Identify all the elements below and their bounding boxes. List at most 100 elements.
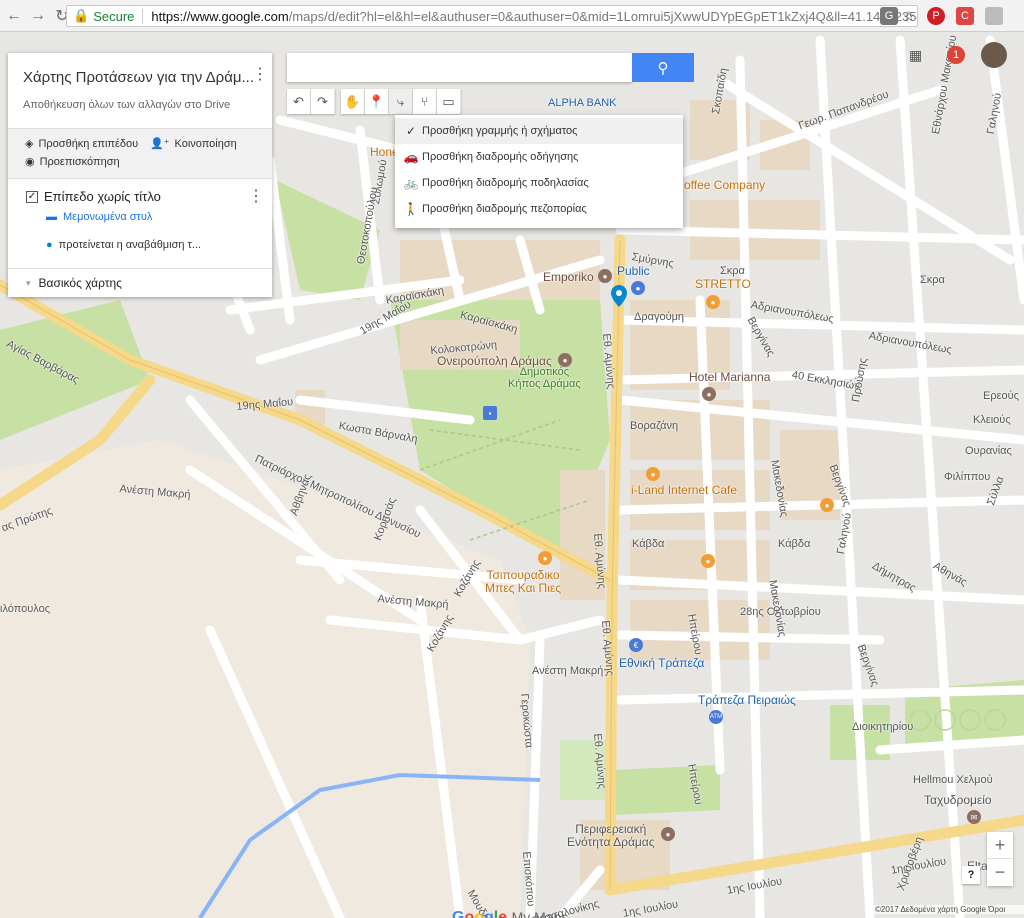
poi-ethniki-trapeza[interactable]: Εθνική Τράπεζα: [619, 656, 704, 670]
directions-icon[interactable]: ⑂: [413, 89, 437, 114]
save-status: Αποθήκευση όλων των αλλαγών στο Drive: [23, 99, 231, 111]
layer-style-link[interactable]: ▬ Μεμονωμένα στυλ: [46, 211, 152, 223]
ruler-icon[interactable]: ▭: [437, 89, 461, 114]
poi-public[interactable]: Public: [617, 264, 650, 278]
atm-pin-icon[interactable]: ATM: [709, 710, 723, 724]
poi-coffee-company[interactable]: offee Company: [684, 178, 765, 192]
street-label: Ουρανίας: [965, 445, 1012, 457]
add-layer-button[interactable]: ◈ Προσθήκη επιπέδου: [25, 137, 138, 151]
address-bar[interactable]: 🔒 Secure https://www.google.com/maps/d/e…: [66, 5, 918, 27]
menu-item-walking-route[interactable]: 🚶 Προσθήκη διαδρομής πεζοπορίας: [395, 196, 683, 222]
cafe-pin-icon[interactable]: ●: [706, 295, 720, 309]
street-label: Διοικητηρίου: [852, 721, 914, 733]
cafe-pin-icon-2[interactable]: ●: [646, 467, 660, 481]
poi-municipal-park[interactable]: Δημοτικός Κήπος Δράμας: [508, 366, 581, 390]
layer-name[interactable]: Επίπεδο χωρίς τίτλο: [44, 189, 161, 204]
help-icon[interactable]: ?: [962, 866, 980, 884]
redo-icon[interactable]: ↷: [311, 89, 335, 114]
base-map-row[interactable]: ▾ Βασικός χάρτης: [8, 268, 272, 297]
layer-options-icon[interactable]: ⋮: [248, 189, 264, 205]
layer-visibility-checkbox[interactable]: ✓: [26, 190, 38, 203]
menu-item-add-line[interactable]: ✓ Προσθήκη γραμμής ή σχήματος: [395, 118, 683, 144]
street-label: Σκρα: [720, 265, 745, 277]
poi-emporiko[interactable]: Emporiko: [543, 270, 594, 284]
layer-row[interactable]: ✓ Επίπεδο χωρίς τίτλο: [26, 189, 161, 204]
map-title[interactable]: Χάρτης Προτάσεων για την Δράμ...: [23, 69, 254, 86]
drawing-toolbar: ↶ ↷ ✋ 📍 ⤷ ⑂ ▭: [287, 89, 479, 114]
url-host: https://www.google.com: [151, 8, 289, 24]
walk-icon: 🚶: [403, 202, 419, 216]
search-icon: ⚲: [657, 59, 669, 77]
shop-pin-icon[interactable]: ●: [598, 269, 612, 283]
map-attribution: ©2017 Δεδομένα χάρτη Google Όροι: [873, 905, 1024, 914]
map-options-icon[interactable]: ⋮: [252, 67, 268, 83]
undo-icon[interactable]: ↶: [287, 89, 311, 114]
chevron-down-icon: ▾: [26, 277, 31, 288]
lock-icon: 🔒: [73, 8, 90, 23]
selected-marker-icon[interactable]: [611, 285, 627, 307]
star-icon[interactable]: ☆: [900, 7, 918, 25]
street-label: Hellmou Χελμού: [913, 774, 993, 786]
layer-feature-item[interactable]: ● προτείνεται η αναβάθμιση τ...: [46, 239, 201, 251]
check-icon: ✓: [405, 124, 417, 138]
pinterest-icon[interactable]: P: [927, 7, 945, 25]
bus-stop-icon[interactable]: ▪: [483, 406, 497, 420]
street-label: Κάβδα: [632, 538, 665, 550]
marker-icon: ●: [46, 239, 53, 251]
translate-icon[interactable]: G: [880, 7, 898, 25]
bank-pin-icon[interactable]: €: [629, 638, 643, 652]
hotel-pin-icon[interactable]: ●: [702, 387, 716, 401]
bike-icon: 🚲: [403, 176, 419, 190]
menu-item-driving-route[interactable]: 🚗 Προσθήκη διαδρομής οδήγησης: [395, 144, 683, 170]
add-person-icon: 👤⁺: [150, 138, 170, 150]
poi-trapeza-peiraios[interactable]: Τράπεζα Πειραιώς: [698, 693, 796, 707]
street-label: Ερεούς: [983, 390, 1019, 402]
draw-line-menu: ✓ Προσθήκη γραμμής ή σχήματος 🚗 Προσθήκη…: [395, 115, 683, 228]
zoom-control: + −: [987, 832, 1013, 886]
base-map-label: Βασικός χάρτης: [38, 276, 122, 290]
museum-pin-icon[interactable]: ●: [558, 353, 572, 367]
zoom-in-button[interactable]: +: [987, 832, 1013, 859]
preview-button[interactable]: ◉ Προεπισκόπηση: [25, 155, 120, 169]
avatar[interactable]: [981, 42, 1007, 68]
notification-badge[interactable]: 1: [947, 46, 965, 64]
street-label: Φιλίππου: [944, 471, 991, 483]
hand-icon[interactable]: ✋: [341, 89, 365, 114]
restaurant-pin-icon[interactable]: ●: [820, 498, 834, 512]
secure-label: Secure: [93, 8, 144, 24]
car-icon: 🚗: [403, 150, 419, 164]
url-path: /maps/d/edit?hl=el&hl=el&authuser=0&auth…: [288, 8, 918, 24]
poi-perifereiaki[interactable]: Περιφερειακή Ενότητα Δράμας: [567, 823, 655, 849]
street-label: Δραγούμη: [634, 311, 685, 323]
poi-tachydromeio[interactable]: Ταχυδρομείο: [924, 793, 992, 807]
apps-icon[interactable]: ▦: [909, 47, 922, 64]
poi-alpha-bank[interactable]: ALPHA BANK: [548, 97, 616, 109]
inbox-icon[interactable]: [985, 7, 1003, 25]
menu-item-biking-route[interactable]: 🚲 Προσθήκη διαδρομής ποδηλασίας: [395, 170, 683, 196]
poi-tsipouradiko[interactable]: Τσιπουραδικο Μπες Και Πιες: [485, 569, 561, 595]
cafe-pin-icon-3[interactable]: ●: [701, 554, 715, 568]
shopping-pin-icon[interactable]: ●: [631, 281, 645, 295]
zoom-out-button[interactable]: −: [987, 859, 1013, 886]
panel-actions: ◈ Προσθήκη επιπέδου 👤⁺ Κοινοποίηση ◉ Προεπι…: [8, 128, 272, 179]
poi-iland[interactable]: i-Land Internet Cafe: [631, 483, 737, 497]
government-pin-icon[interactable]: ●: [661, 827, 675, 841]
back-icon[interactable]: ←: [2, 4, 26, 28]
search-button[interactable]: ⚲: [632, 53, 694, 82]
marker-icon[interactable]: 📍: [365, 89, 389, 114]
poi-stretto[interactable]: STRETTO: [695, 277, 751, 291]
map-layers-panel: Χάρτης Προτάσεων για την Δράμ... ⋮ Αποθή…: [8, 53, 272, 297]
search-input[interactable]: [287, 53, 632, 82]
restaurant-pin-icon-2[interactable]: ●: [538, 551, 552, 565]
share-button[interactable]: 👤⁺ Κοινοποίηση: [150, 137, 237, 151]
extension-icon[interactable]: C: [956, 7, 974, 25]
post-office-pin-icon[interactable]: ✉: [967, 810, 981, 824]
poi-hotel-marianna[interactable]: Hotel Marianna: [689, 370, 770, 384]
forward-icon[interactable]: →: [26, 4, 50, 28]
street-label: Κλειούς: [973, 414, 1011, 426]
street-label: Σκρα: [920, 274, 945, 286]
line-icon[interactable]: ⤷: [389, 89, 413, 114]
layers-icon: ◈: [25, 138, 34, 150]
street-label: Βοραζάνη: [630, 420, 679, 432]
browser-toolbar: ← → ↻ 🔒 Secure https://www.google.com/ma…: [0, 0, 1024, 32]
